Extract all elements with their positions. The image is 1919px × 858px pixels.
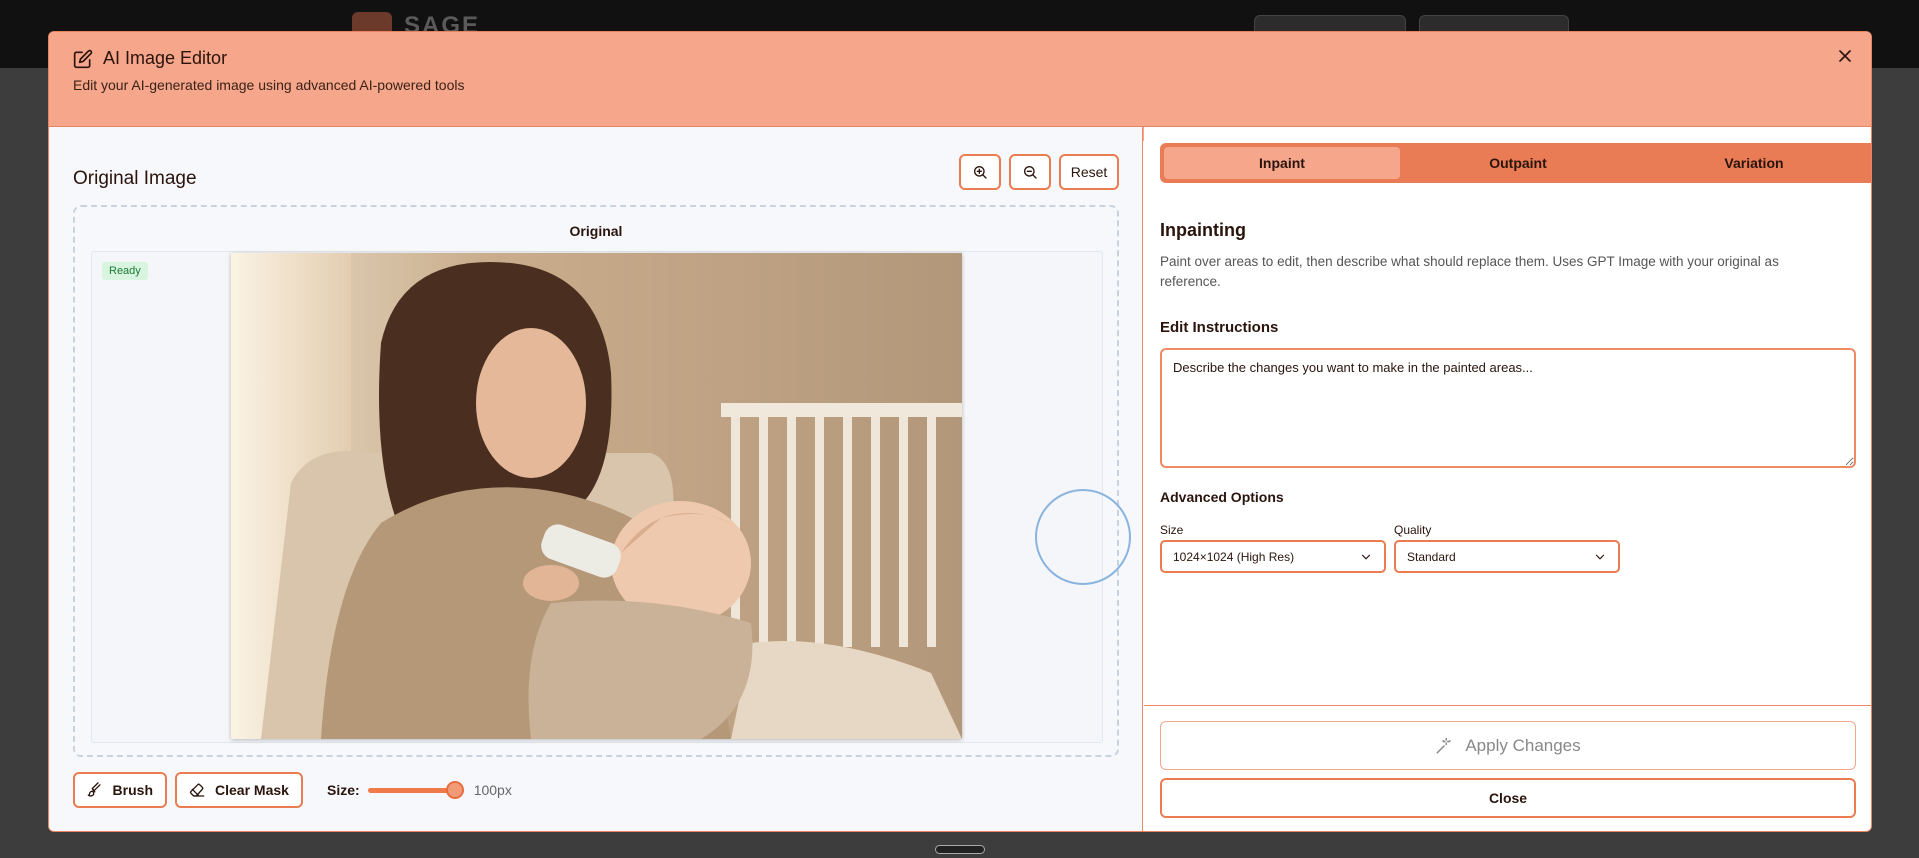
clear-mask-label: Clear Mask — [215, 782, 289, 798]
reset-button[interactable]: Reset — [1059, 154, 1119, 190]
mask-toolbar: Brush Clear Mask Size: 100px — [73, 772, 512, 808]
edit-panel: Inpaint Outpaint Variation Inpainting Pa… — [1144, 127, 1871, 831]
size-select[interactable]: 1024×1024 (High Res) — [1160, 540, 1386, 573]
magic-wand-icon — [1436, 737, 1452, 753]
brush-button[interactable]: Brush — [73, 772, 167, 808]
instructions-label: Edit Instructions — [1160, 319, 1279, 336]
brush-size-slider[interactable] — [367, 780, 464, 800]
edit-icon — [73, 49, 93, 68]
apply-changes-label: Apply Changes — [1465, 735, 1581, 755]
footer-divider — [1144, 705, 1871, 706]
section-description: Paint over areas to edit, then describe … — [1160, 254, 1779, 289]
canvas-label: Original — [569, 223, 623, 239]
tab-inpaint[interactable]: Inpaint — [1164, 147, 1400, 179]
quality-select[interactable]: Standard — [1394, 540, 1620, 573]
chevron-down-icon — [1595, 554, 1605, 560]
quality-select-value: Standard — [1407, 549, 1456, 564]
zoom-in-icon — [974, 166, 987, 179]
section-title: Inpainting — [1160, 220, 1246, 240]
eraser-icon — [189, 783, 205, 797]
zoom-out-button[interactable] — [1009, 154, 1051, 190]
tab-outpaint[interactable]: Outpaint — [1400, 147, 1636, 179]
close-button[interactable]: Close — [1160, 778, 1856, 818]
edit-instructions-input[interactable] — [1160, 348, 1856, 468]
brush-size-label: Size: — [327, 782, 360, 798]
apply-changes-button[interactable]: Apply Changes — [1160, 721, 1856, 770]
status-badge: Ready — [102, 262, 148, 280]
chevron-down-icon — [1361, 554, 1371, 560]
brush-size-value: 100px — [473, 782, 512, 798]
zoom-in-button[interactable] — [959, 154, 1001, 190]
advanced-options-label: Advanced Options — [1160, 489, 1284, 505]
clear-mask-button[interactable]: Clear Mask — [175, 772, 303, 808]
tab-variation[interactable]: Variation — [1636, 147, 1871, 179]
modal-header: AI Image Editor Edit your AI-generated i… — [49, 32, 1871, 127]
zoom-out-icon — [1023, 166, 1037, 179]
drag-handle — [935, 845, 985, 854]
canvas-frame: Original Ready — [73, 205, 1131, 757]
ai-image-editor-modal: AI Image Editor Edit your AI-generated i… — [48, 31, 1872, 832]
size-field-label: Size — [1160, 523, 1184, 537]
brush-label: Brush — [112, 782, 153, 798]
panel-title: Original Image — [73, 168, 197, 189]
slider-thumb[interactable] — [445, 781, 464, 799]
mode-tabs: Inpaint Outpaint Variation — [1160, 143, 1871, 183]
modal-title: AI Image Editor — [103, 48, 228, 68]
image-panel: Original Image Reset Original Ready Brus… — [49, 127, 1143, 831]
image-canvas[interactable]: Ready — [91, 251, 1131, 743]
brush-cursor — [1035, 489, 1131, 585]
close-icon[interactable] — [1835, 46, 1855, 66]
brush-icon — [87, 782, 101, 797]
original-image[interactable] — [231, 253, 962, 739]
quality-field-label: Quality — [1394, 523, 1432, 537]
size-select-value: 1024×1024 (High Res) — [1173, 549, 1295, 564]
modal-subtitle: Edit your AI-generated image using advan… — [73, 77, 465, 93]
